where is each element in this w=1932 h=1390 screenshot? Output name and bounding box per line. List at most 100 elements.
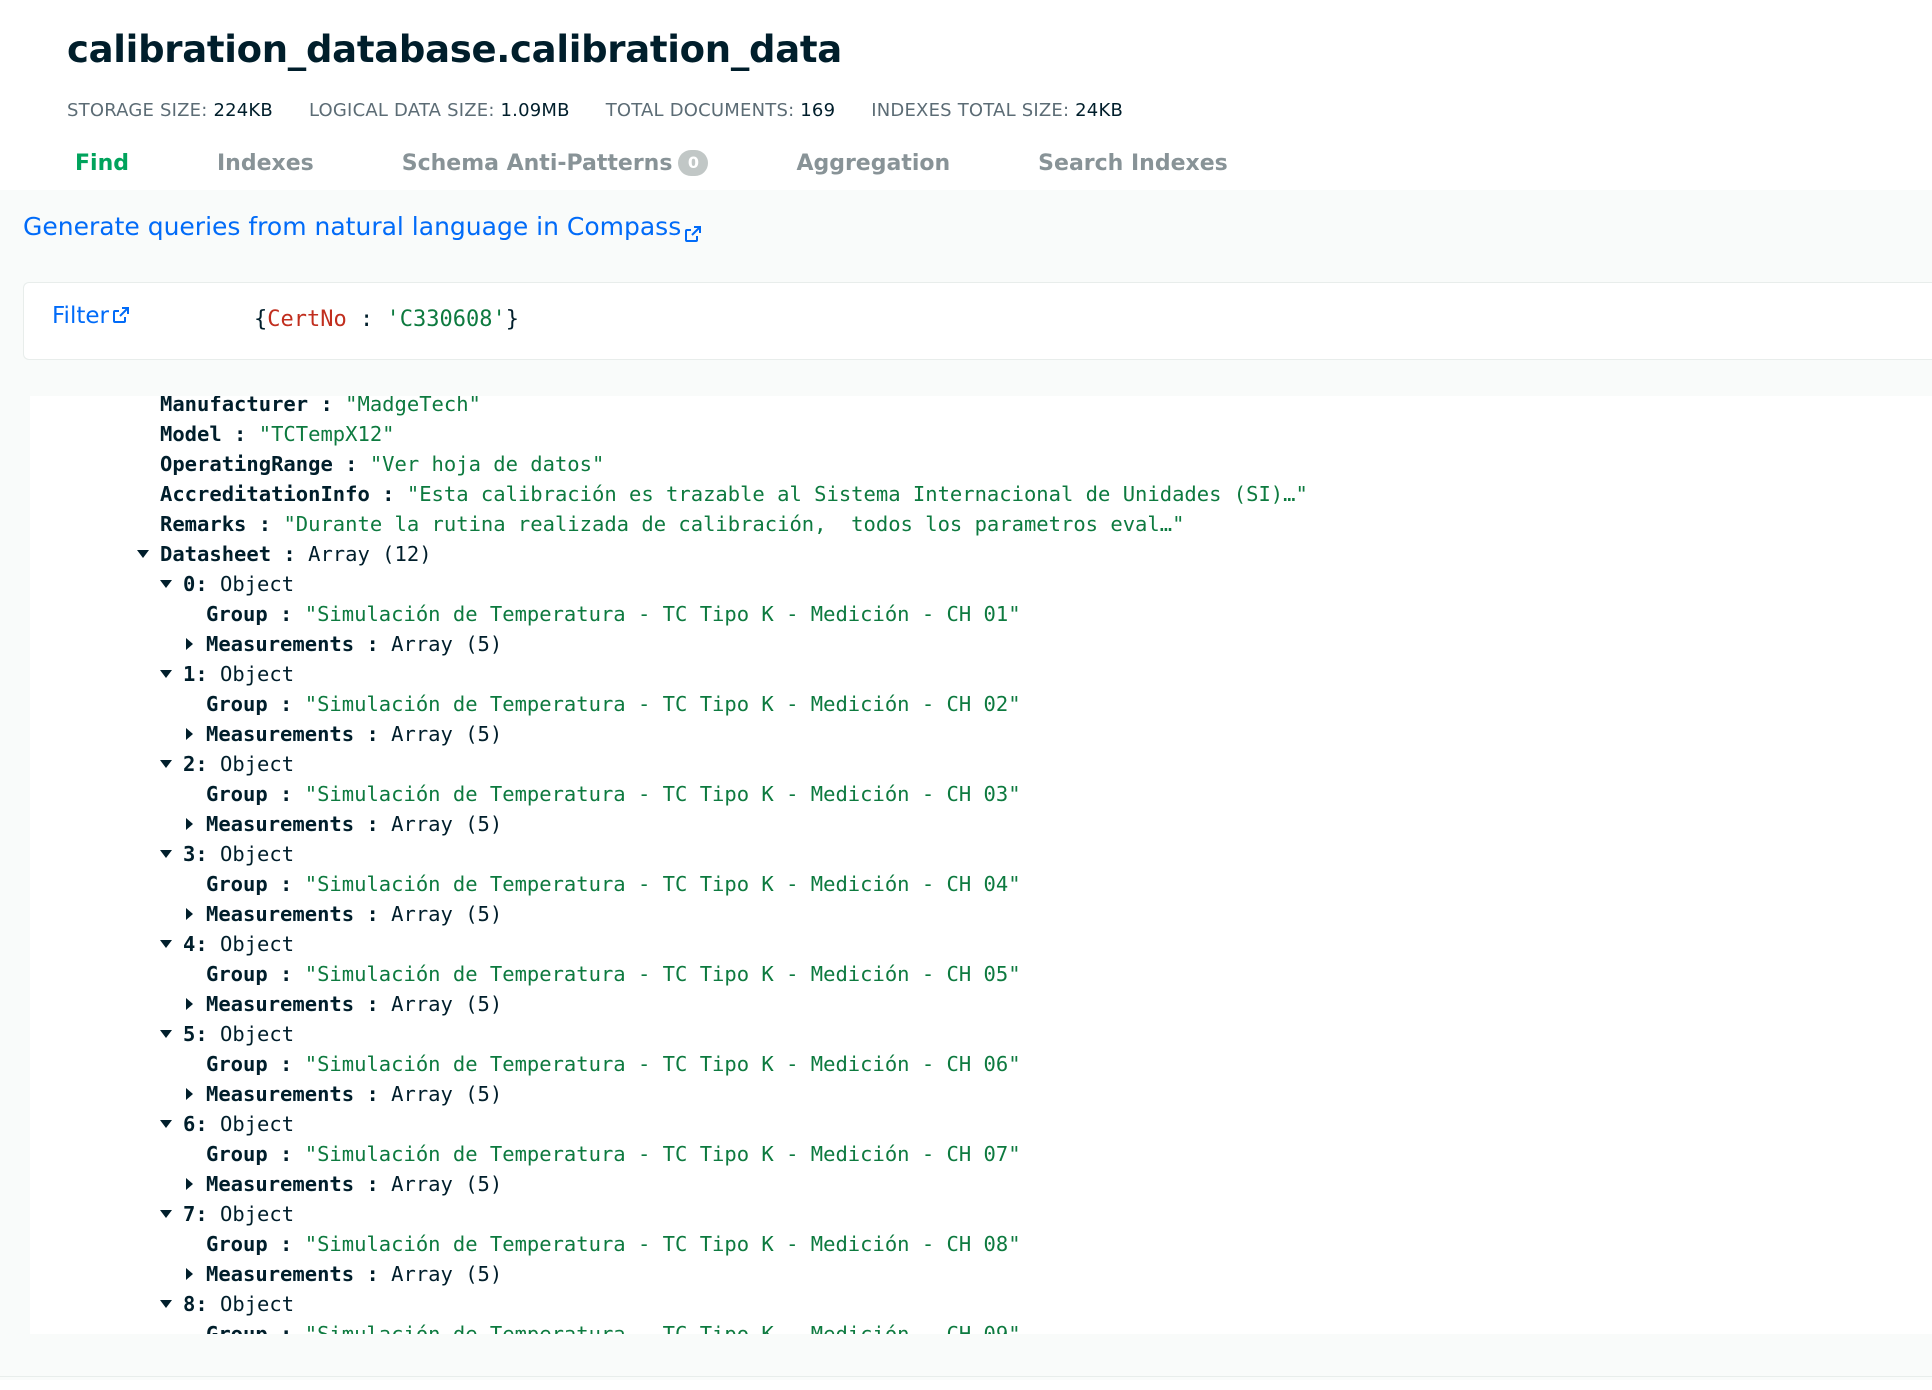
datasheet-array-field[interactable]: Datasheet : Array (12) [30, 539, 1932, 569]
expand-caret-icon[interactable] [183, 1178, 195, 1190]
expand-caret-icon[interactable] [183, 728, 195, 740]
natural-language-compass-link[interactable]: Generate queries from natural language i… [23, 212, 702, 242]
datasheet-item[interactable]: 4: Object [30, 929, 1932, 959]
tab-search-indexes[interactable]: Search Indexes [1038, 150, 1228, 176]
field-value: "Simulación de Temperatura - TC Tipo K -… [304, 1232, 1021, 1256]
collapse-caret-icon[interactable] [160, 758, 172, 770]
document-field: Remarks : "Durante la rutina realizada d… [30, 509, 1932, 539]
expand-caret-icon[interactable] [183, 638, 195, 650]
field-value: "Esta calibración es trazable al Sistema… [406, 482, 1308, 506]
field-key: Group [206, 602, 268, 626]
group-field: Group : "Simulación de Temperatura - TC … [30, 1229, 1932, 1259]
field-type: Array (5) [391, 722, 503, 746]
separator: : [354, 1172, 392, 1196]
datasheet-item[interactable]: 1: Object [30, 659, 1932, 689]
collapse-caret-icon[interactable] [160, 848, 172, 860]
collapse-caret-icon[interactable] [160, 1028, 172, 1040]
datasheet-item[interactable]: 5: Object [30, 1019, 1932, 1049]
measurements-field[interactable]: Measurements : Array (5) [30, 809, 1932, 839]
field-type: Array (12) [308, 542, 432, 566]
filter-bar: Filter {CertNo : 'C330608'} [23, 282, 1932, 360]
stat-total-documents: TOTAL DOCUMENTS: 169 [605, 100, 836, 121]
external-link-icon [112, 303, 129, 323]
field-type: Array (5) [391, 632, 503, 656]
collapse-caret-icon[interactable] [160, 1118, 172, 1130]
field-key: Measurements [206, 632, 355, 656]
separator: : [267, 1052, 305, 1076]
separator: : [308, 396, 346, 416]
filter-label-link[interactable]: Filter [52, 303, 129, 329]
collection-namespace-title: calibration_database.calibration_data [67, 28, 842, 71]
measurements-field[interactable]: Measurements : Array (5) [30, 989, 1932, 1019]
field-value: "Simulación de Temperatura - TC Tipo K -… [304, 1142, 1021, 1166]
separator [208, 1292, 220, 1316]
document-field: Model : "TCTempX12" [30, 419, 1932, 449]
measurements-field[interactable]: Measurements : Array (5) [30, 899, 1932, 929]
separator [208, 752, 220, 776]
separator: : [354, 1262, 392, 1286]
datasheet-item[interactable]: 0: Object [30, 569, 1932, 599]
filter-query-input[interactable]: {CertNo : 'C330608'} [254, 307, 519, 332]
collapse-caret-icon[interactable] [160, 668, 172, 680]
document-field: AccreditationInfo : "Esta calibración es… [30, 479, 1932, 509]
collapse-caret-icon[interactable] [160, 1298, 172, 1310]
separator: : [267, 1142, 305, 1166]
field-type: Object [220, 572, 295, 596]
expand-caret-icon[interactable] [183, 1268, 195, 1280]
field-value: "Simulación de Temperatura - TC Tipo K -… [304, 1322, 1021, 1334]
collapse-caret-icon[interactable] [160, 578, 172, 590]
separator: : [354, 632, 392, 656]
collection-stats: STORAGE SIZE: 224KB LOGICAL DATA SIZE: 1… [67, 100, 1123, 121]
field-type: Object [220, 662, 295, 686]
array-index: 8: [183, 1292, 208, 1316]
array-index: 7: [183, 1202, 208, 1226]
field-type: Object [220, 932, 295, 956]
measurements-field[interactable]: Measurements : Array (5) [30, 719, 1932, 749]
datasheet-item[interactable]: 7: Object [30, 1199, 1932, 1229]
tab-schema-anti-patterns[interactable]: Schema Anti-Patterns 0 [402, 150, 709, 176]
field-key: Group [206, 1232, 268, 1256]
datasheet-item[interactable]: 2: Object [30, 749, 1932, 779]
array-index: 5: [183, 1022, 208, 1046]
separator: : [267, 962, 305, 986]
expand-caret-icon[interactable] [183, 908, 195, 920]
measurements-field[interactable]: Measurements : Array (5) [30, 629, 1932, 659]
separator: : [354, 902, 392, 926]
measurements-field[interactable]: Measurements : Array (5) [30, 1259, 1932, 1289]
field-value: "Simulación de Temperatura - TC Tipo K -… [304, 872, 1021, 896]
field-key: Measurements [206, 1082, 355, 1106]
field-type: Object [220, 842, 295, 866]
collapse-caret-icon[interactable] [137, 548, 149, 560]
tab-aggregation[interactable]: Aggregation [796, 150, 950, 176]
field-key: Group [206, 692, 268, 716]
separator [208, 572, 220, 596]
collapse-caret-icon[interactable] [160, 938, 172, 950]
tab-indexes[interactable]: Indexes [217, 150, 314, 176]
measurements-field[interactable]: Measurements : Array (5) [30, 1079, 1932, 1109]
datasheet-item[interactable]: 3: Object [30, 839, 1932, 869]
datasheet-item[interactable]: 6: Object [30, 1109, 1932, 1139]
collection-tabs: Find Indexes Schema Anti-Patterns 0 Aggre… [75, 150, 1316, 176]
group-field: Group : "Simulación de Temperatura - TC … [30, 869, 1932, 899]
group-field: Group : "Simulación de Temperatura - TC … [30, 1319, 1932, 1334]
field-type: Array (5) [391, 1172, 503, 1196]
expand-caret-icon[interactable] [183, 1088, 195, 1100]
expand-caret-icon[interactable] [183, 818, 195, 830]
separator [208, 932, 220, 956]
datasheet-item[interactable]: 8: Object [30, 1289, 1932, 1319]
field-key: Model [160, 422, 222, 446]
field-value: "MadgeTech" [345, 396, 481, 416]
measurements-field[interactable]: Measurements : Array (5) [30, 1169, 1932, 1199]
field-value: "Simulación de Temperatura - TC Tipo K -… [304, 1052, 1021, 1076]
tab-find[interactable]: Find [75, 150, 129, 176]
expand-caret-icon[interactable] [183, 998, 195, 1010]
field-value: "Simulación de Temperatura - TC Tipo K -… [304, 692, 1021, 716]
field-key: Group [206, 782, 268, 806]
field-key: Measurements [206, 902, 355, 926]
field-type: Object [220, 1202, 295, 1226]
collapse-caret-icon[interactable] [160, 1208, 172, 1220]
separator: : [267, 1232, 305, 1256]
document-tree: Manufacturer : "MadgeTech" Model : "TCTem… [30, 396, 1932, 1334]
field-key: Group [206, 872, 268, 896]
field-value: "Simulación de Temperatura - TC Tipo K -… [304, 602, 1021, 626]
